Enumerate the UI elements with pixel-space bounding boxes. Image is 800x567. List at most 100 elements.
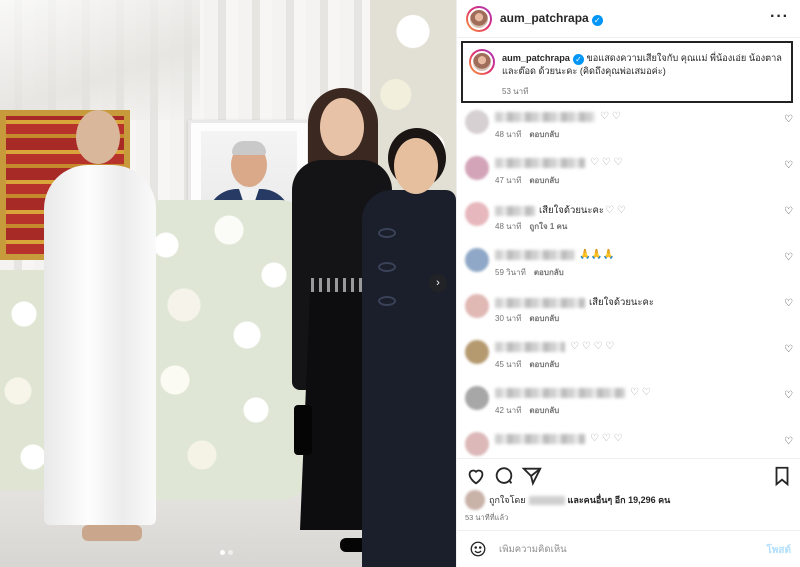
caption: aum_patchrapa ✓ ขอแสดงความเสียใจกับ คุณแม… <box>502 52 790 78</box>
comment-likes[interactable]: ถูกใจ 1 คน <box>529 222 567 231</box>
comment-time: 42 นาที <box>495 406 522 415</box>
verified-badge-icon: ✓ <box>591 15 603 26</box>
comment-like-heart-icon[interactable]: ♡ <box>784 344 793 355</box>
person-in-white-robe <box>44 165 156 525</box>
comment-meta: 47 นาที ตอบกลับ <box>495 174 559 187</box>
reply-button[interactable]: ตอบกลับ <box>529 406 559 415</box>
comment-body: ♡ ♡ <box>495 387 651 398</box>
commenter-name-blurred[interactable] <box>495 157 585 168</box>
commenter-name-blurred[interactable] <box>495 111 595 122</box>
commenter-avatar[interactable] <box>465 248 489 272</box>
older-woman-in-navy <box>362 190 456 567</box>
bookmark-icon[interactable] <box>771 465 793 487</box>
comment-input[interactable] <box>499 543 739 555</box>
commenter-name-blurred[interactable] <box>495 341 565 352</box>
comment-time: 59 วินาที <box>495 268 526 277</box>
more-horizontal-icon[interactable]: ··· <box>770 8 789 26</box>
comment-body: ♡ ♡ ♡ <box>495 157 622 168</box>
black-handbag <box>294 405 312 455</box>
comment-like-heart-icon[interactable]: ♡ <box>784 390 793 401</box>
send-icon[interactable] <box>521 465 543 487</box>
chevron-right-icon[interactable]: › <box>429 274 447 292</box>
liker-name-blurred <box>528 495 565 505</box>
commenter-avatar[interactable] <box>465 432 489 456</box>
commenter-avatar[interactable] <box>465 156 489 180</box>
comment-time: 48 นาที <box>495 222 522 231</box>
person-head <box>76 110 120 164</box>
bow-detail <box>378 296 396 306</box>
comment-like-heart-icon[interactable]: ♡ <box>784 436 793 447</box>
white-orchid-arrangement <box>130 200 310 500</box>
comment-body: ♡ ♡ ♡ <box>495 433 622 444</box>
comments-list[interactable]: ♡ ♡ 48 นาที ตอบกลับ ♡ ♡ ♡ ♡ 47 นาที ตอบกลับ ♡ เส… <box>457 106 800 458</box>
woman-face <box>320 98 364 156</box>
comment-text: เสียใจด้วยนะคะ <box>539 205 604 216</box>
older-woman-face <box>394 138 438 194</box>
comment-like-heart-icon[interactable]: ♡ <box>784 298 793 309</box>
comment-time: 45 นาที <box>495 360 522 369</box>
commenter-avatar[interactable] <box>465 386 489 410</box>
heart-icon[interactable] <box>465 465 487 487</box>
comment-time: 30 นาที <box>495 314 522 323</box>
comment-icon[interactable] <box>493 465 515 487</box>
commenter-avatar[interactable] <box>465 294 489 318</box>
reply-button[interactable]: ตอบกลับ <box>534 268 564 277</box>
comment-body: 🙏🙏🙏 <box>495 249 616 260</box>
comment-meta: 59 วินาที ตอบกลับ <box>495 266 564 279</box>
studded-belt <box>306 278 366 292</box>
comment-row: 🙏🙏🙏 59 วินาที ตอบกลับ ♡ <box>457 244 800 288</box>
comment-body: ♡ ♡ <box>495 111 621 122</box>
comment-row: ♡ ♡ 48 นาที ตอบกลับ ♡ <box>457 106 800 150</box>
add-comment-bar: โพสต์ <box>457 530 800 567</box>
commenter-name-blurred[interactable] <box>495 297 585 308</box>
comment-emoji: ♡ ♡ <box>604 205 626 216</box>
post-comment-button[interactable]: โพสต์ <box>766 543 791 558</box>
reply-button[interactable]: ตอบกลับ <box>529 360 559 369</box>
comment-row: เสียใจด้วยนะคะ 30 นาที ตอบกลับ ♡ <box>457 290 800 334</box>
comment-emoji: ♡ ♡ <box>630 387 651 398</box>
comment-like-heart-icon[interactable]: ♡ <box>784 252 793 263</box>
reply-button[interactable]: ตอบกลับ <box>529 314 559 323</box>
commenter-name-blurred[interactable] <box>495 249 575 260</box>
verified-badge-icon: ✓ <box>572 54 584 65</box>
reply-button[interactable]: ตอบกลับ <box>529 130 559 139</box>
commenter-name-blurred[interactable] <box>495 205 535 216</box>
smile-icon[interactable] <box>469 540 487 558</box>
comment-time: 47 นาที <box>495 176 522 185</box>
likes-count: และคนอื่นๆ อีก 19,296 คน <box>567 495 671 505</box>
commenter-avatar[interactable] <box>465 340 489 364</box>
comment-body: ♡ ♡ ♡ ♡ <box>495 341 614 352</box>
comment-time: 48 นาที <box>495 130 522 139</box>
comment-meta: 48 นาที ถูกใจ 1 คน <box>495 220 567 233</box>
caption-username[interactable]: aum_patchrapa <box>502 53 570 63</box>
commenter-avatar[interactable] <box>465 202 489 226</box>
username-link[interactable]: aum_patchrapa ✓ <box>500 11 603 26</box>
comment-row: เสียใจด้วยนะคะ ♡ ♡ 48 นาที ถูกใจ 1 คน ♡ <box>457 198 800 242</box>
post-photo[interactable]: › <box>0 0 456 567</box>
comment-emoji: ♡ ♡ ♡ ♡ <box>570 341 615 352</box>
caption-avatar[interactable] <box>469 49 495 75</box>
likes-prefix: ถูกใจโดย <box>489 495 526 505</box>
curtain-drape <box>0 0 200 120</box>
avatar[interactable] <box>466 5 492 32</box>
comment-text: 🙏🙏🙏 <box>579 249 615 260</box>
commenter-name-blurred[interactable] <box>495 433 585 444</box>
likes-summary[interactable]: ถูกใจโดย และคนอื่นๆ อีก 19,296 คน <box>465 490 670 510</box>
commenter-name-blurred[interactable] <box>495 387 625 398</box>
person-feet <box>82 525 142 541</box>
comment-like-heart-icon[interactable]: ♡ <box>784 114 793 125</box>
comment-like-heart-icon[interactable]: ♡ <box>784 206 793 217</box>
reply-button[interactable]: ตอบกลับ <box>529 176 559 185</box>
comment-meta: 30 นาที ตอบกลับ <box>495 312 559 325</box>
comment-text: เสียใจด้วยนะคะ <box>589 297 654 308</box>
comment-like-heart-icon[interactable]: ♡ <box>784 160 793 171</box>
liker-avatar <box>465 490 485 510</box>
bow-detail <box>378 228 396 238</box>
comment-emoji: ♡ ♡ ♡ <box>590 433 623 444</box>
comment-body: เสียใจด้วยนะคะ ♡ ♡ <box>495 203 626 218</box>
post-timestamp: 53 นาทีที่แล้ว <box>465 513 509 522</box>
caption-highlight-box: aum_patchrapa ✓ ขอแสดงความเสียใจกับ คุณแม… <box>461 41 793 103</box>
commenter-avatar[interactable] <box>465 110 489 134</box>
action-bar <box>457 458 800 492</box>
post-side-panel: aum_patchrapa ✓ ··· aum_patchrapa ✓ ขอแสดง… <box>456 0 800 567</box>
